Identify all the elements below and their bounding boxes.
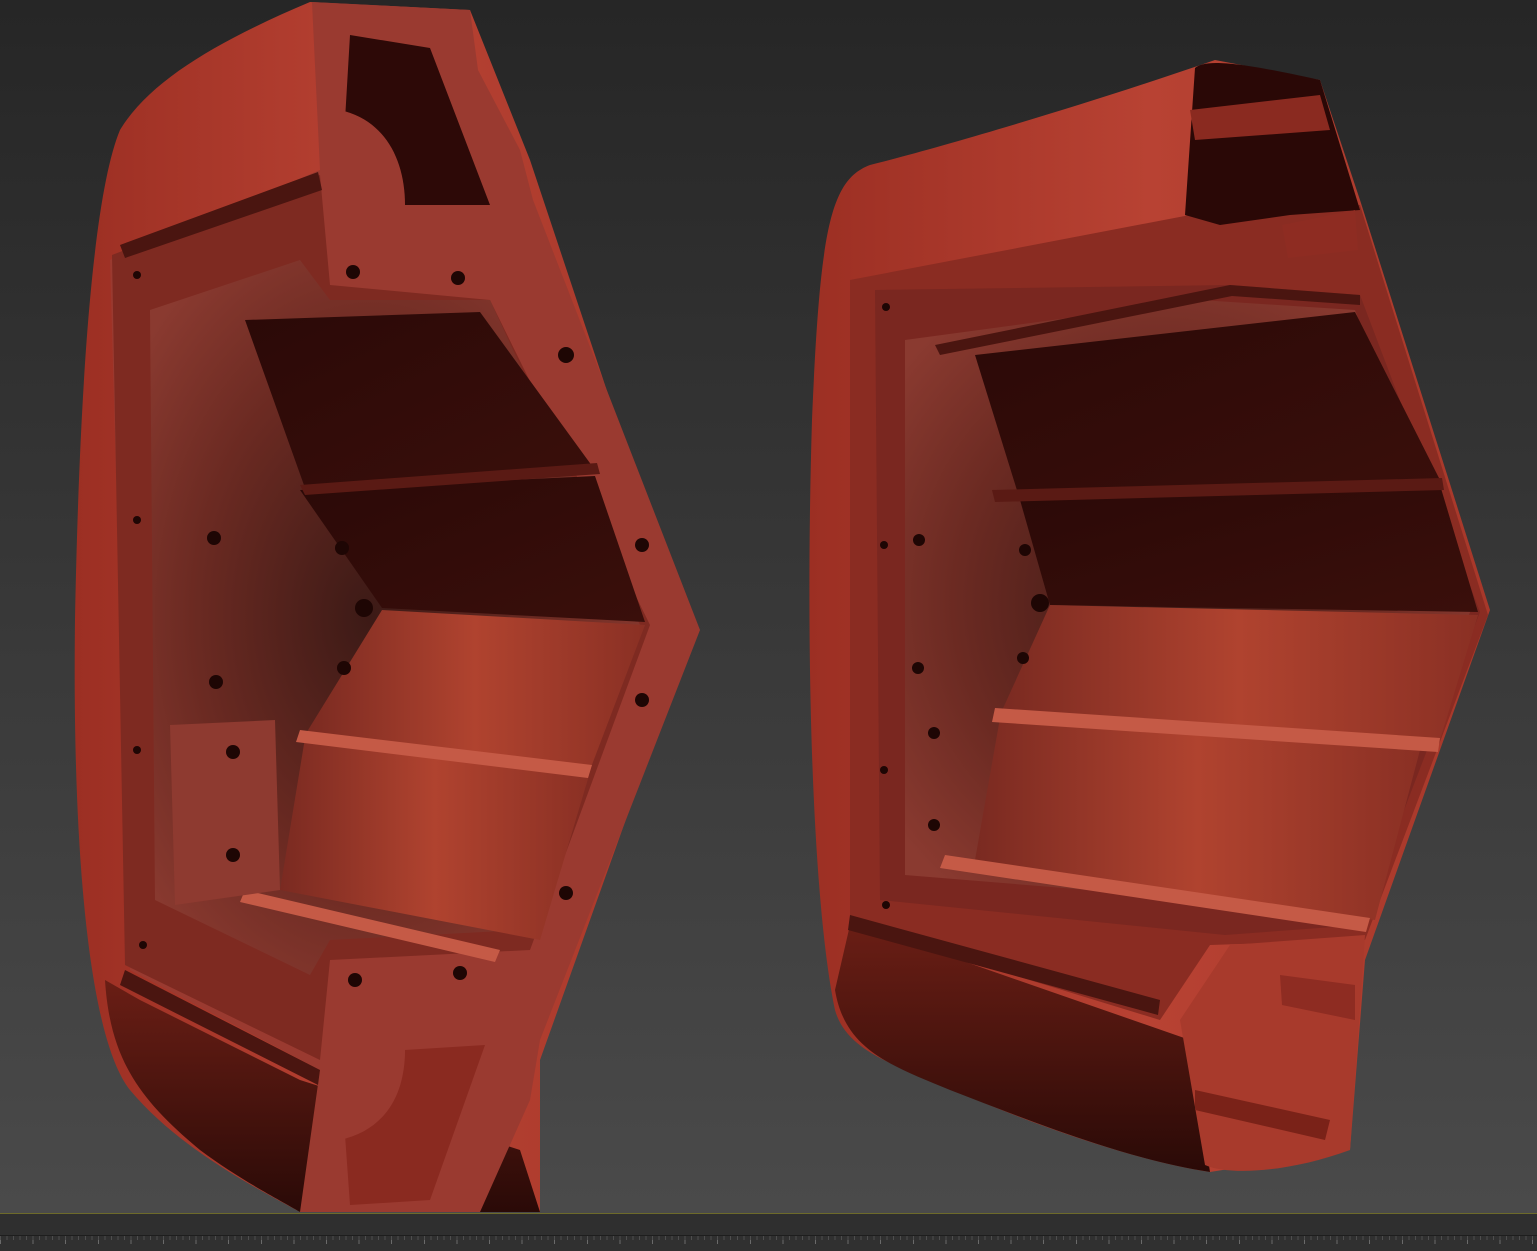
timeline-minor-ticks <box>0 1236 1537 1240</box>
left-side-plate <box>170 720 280 905</box>
3d-viewport[interactable] <box>0 0 1537 1213</box>
timeline-bar[interactable] <box>0 1213 1537 1251</box>
viewport-canvas[interactable] <box>0 0 1537 1213</box>
right-mid-compartment <box>1020 485 1478 612</box>
